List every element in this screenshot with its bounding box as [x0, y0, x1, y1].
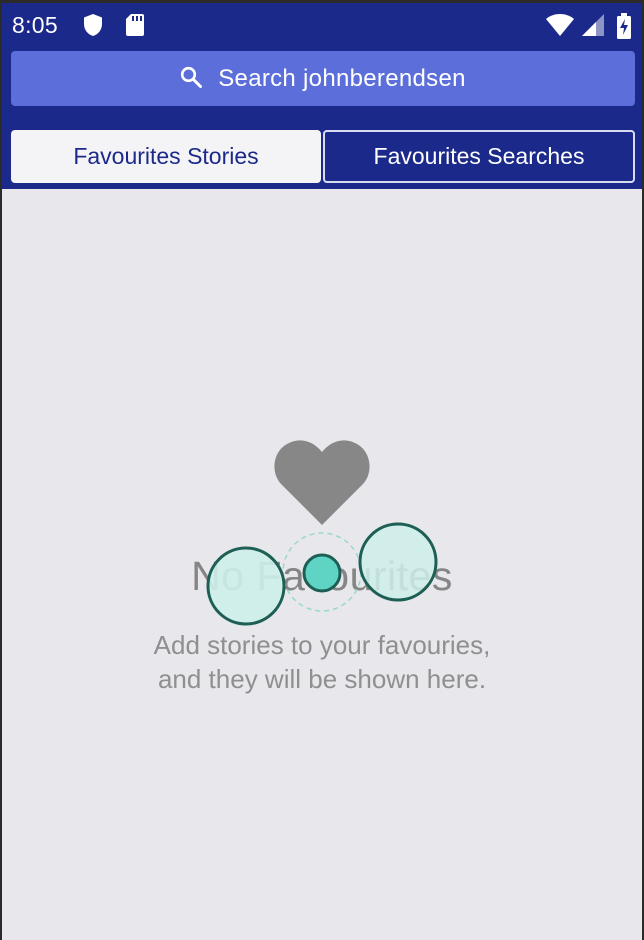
sd-card-icon — [126, 14, 145, 36]
empty-state: No Favourites Add stories to your favour… — [2, 189, 642, 940]
favourites-tabs: Favourites Stories Favourites Searches — [11, 130, 635, 183]
empty-title: No Favourites — [191, 553, 453, 599]
shield-icon — [84, 14, 102, 36]
tab-favourites-stories[interactable]: Favourites Stories — [11, 130, 321, 183]
search-icon — [180, 66, 203, 88]
app-bar: Search johnberendsen Favourites Stories … — [2, 48, 642, 189]
status-left-icons — [82, 13, 146, 37]
search-bar[interactable]: Search johnberendsen — [11, 51, 635, 106]
battery-charging-icon — [617, 13, 631, 39]
status-time: 8:05 — [12, 12, 58, 38]
signal-icon — [581, 14, 604, 36]
empty-subtitle: Add stories to your favouries, and they … — [153, 630, 491, 694]
tab-label: Favourites Stories — [73, 143, 259, 169]
status-bar: 8:05 — [2, 3, 642, 48]
status-right-icons — [545, 13, 632, 39]
wifi-icon — [546, 14, 575, 36]
tab-label: Favourites Searches — [373, 143, 585, 169]
app-screen: 8:05 Search johnberendsen Favourites Sto… — [2, 3, 642, 940]
search-label: Search johnberendsen — [218, 64, 466, 92]
tab-favourites-searches[interactable]: Favourites Searches — [323, 130, 635, 183]
heart-icon — [274, 440, 370, 525]
